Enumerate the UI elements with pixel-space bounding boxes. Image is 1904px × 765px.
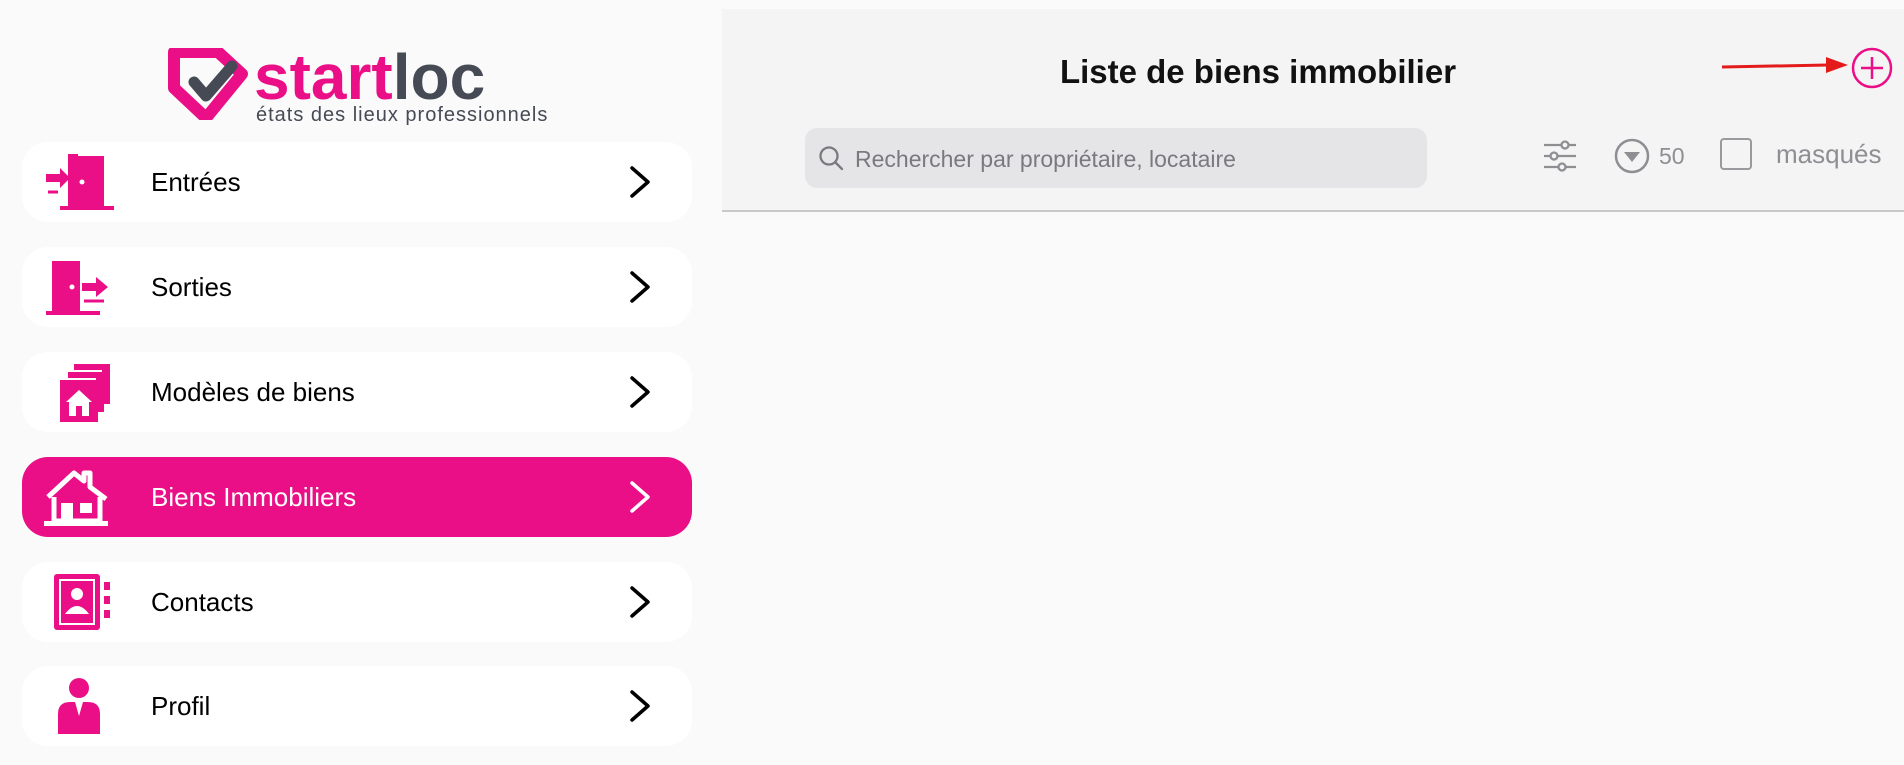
- sidebar-item-label: Profil: [151, 691, 211, 721]
- chevron-right-icon: [630, 376, 650, 408]
- search-icon: [819, 146, 844, 171]
- results-count-value: 50: [1659, 142, 1685, 169]
- filter-sliders-icon[interactable]: [1542, 140, 1578, 172]
- sidebar-item-label: Entrées: [151, 167, 241, 197]
- chevron-right-icon: [630, 586, 650, 618]
- logo-word-loc: loc: [392, 41, 486, 113]
- logo-mark-icon: [168, 48, 248, 120]
- annotation-arrow-icon: [1721, 57, 1848, 73]
- results-count-dropdown[interactable]: 50: [1613, 136, 1685, 176]
- door-exit-icon: [46, 261, 108, 315]
- main-panel: Liste de biens immobilier Rechercher par…: [722, 9, 1904, 765]
- user-icon: [58, 678, 100, 734]
- chevron-right-icon: [630, 271, 650, 303]
- sidebar-item-contacts[interactable]: Contacts: [22, 562, 692, 642]
- masques-checkbox[interactable]: [1720, 138, 1752, 170]
- logo-tagline: états des lieux professionnels: [256, 104, 549, 126]
- sidebar-item-entrees[interactable]: Entrées: [22, 142, 692, 222]
- sidebar-item-profil[interactable]: Profil: [22, 666, 692, 746]
- logo-word-start: start: [254, 41, 393, 113]
- door-enter-icon: [46, 154, 114, 210]
- search-bar[interactable]: [805, 128, 1427, 190]
- sidebar: startloc états des lieux professionnels …: [0, 0, 715, 765]
- chevron-right-icon: [630, 690, 650, 722]
- sidebar-item-biens-immobiliers[interactable]: Biens Immobiliers: [22, 457, 692, 537]
- sidebar-item-sorties[interactable]: Sorties: [22, 247, 692, 327]
- sidebar-item-label: Biens Immobiliers: [151, 482, 357, 512]
- caret-down-circle-icon: [1614, 138, 1650, 174]
- add-icon[interactable]: [1850, 46, 1894, 90]
- masques-label: masqués: [1776, 139, 1882, 169]
- sidebar-item-label: Contacts: [151, 587, 254, 617]
- house-icon: [44, 470, 108, 526]
- contacts-book-icon: [54, 574, 110, 630]
- sidebar-item-modeles[interactable]: Modèles de biens: [22, 352, 692, 432]
- startloc-logo: startloc états des lieux professionnels: [166, 42, 556, 126]
- page-title: Liste de biens immobilier: [1059, 53, 1457, 90]
- property-templates-icon: [58, 364, 110, 422]
- sidebar-item-label: Modèles de biens: [151, 377, 355, 407]
- search-input[interactable]: [853, 128, 1417, 190]
- chevron-right-icon: [630, 481, 650, 513]
- chevron-right-icon: [630, 166, 650, 198]
- list-header: Liste de biens immobilier Rechercher par…: [722, 9, 1904, 212]
- sidebar-item-label: Sorties: [151, 272, 232, 302]
